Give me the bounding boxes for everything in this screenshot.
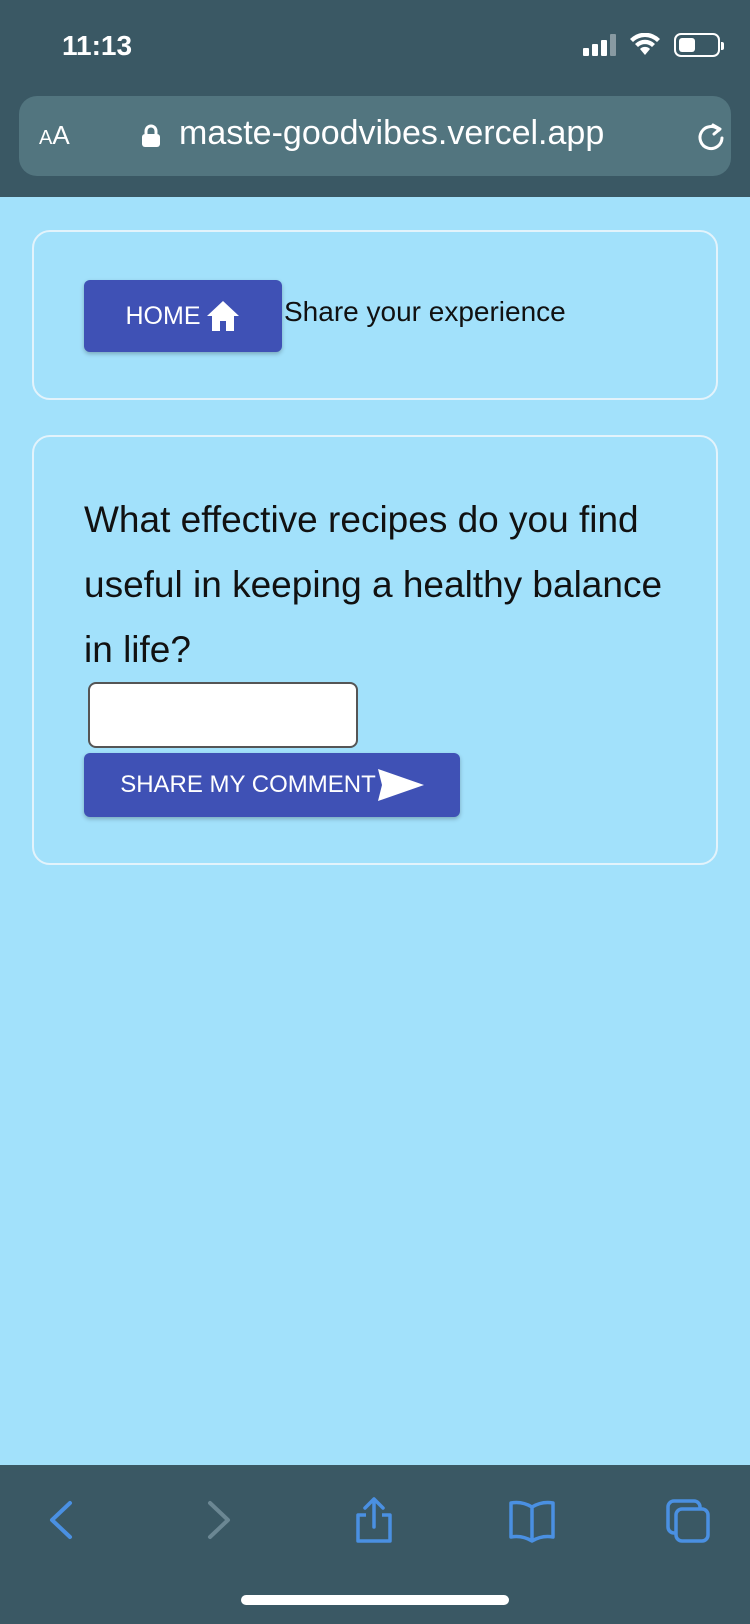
reload-icon[interactable]: [693, 118, 729, 154]
home-icon: [206, 301, 239, 331]
question-text: What effective recipes do you find usefu…: [84, 499, 663, 670]
cellular-signal-icon: [583, 34, 616, 56]
home-indicator: [241, 1595, 509, 1605]
home-button[interactable]: HOME: [84, 280, 282, 352]
share-icon[interactable]: [350, 1495, 398, 1545]
status-icons: [583, 30, 724, 60]
lock-icon: [142, 124, 160, 147]
forward-icon[interactable]: [194, 1495, 242, 1545]
comment-input[interactable]: [88, 682, 358, 748]
text-size-button[interactable]: AA: [39, 120, 70, 151]
wifi-icon: [630, 33, 660, 55]
browser-top-bar: 11:13 AA maste-goodvibes.vercel.app: [0, 0, 750, 197]
share-comment-button[interactable]: SHARE MY COMMENT: [84, 753, 460, 817]
url-bar[interactable]: AA maste-goodvibes.vercel.app: [19, 96, 731, 176]
url-text: maste-goodvibes.vercel.app: [179, 114, 605, 152]
bookmarks-icon[interactable]: [508, 1495, 556, 1545]
page-title: Share your experience: [284, 296, 566, 327]
battery-icon: [674, 33, 724, 57]
header-card: HOME Share your experience: [32, 230, 718, 400]
send-icon: [377, 769, 424, 801]
status-time: 11:13: [62, 30, 133, 61]
question-card: What effective recipes do you find usefu…: [32, 435, 718, 865]
tabs-icon[interactable]: [664, 1495, 712, 1545]
back-icon[interactable]: [38, 1495, 86, 1545]
